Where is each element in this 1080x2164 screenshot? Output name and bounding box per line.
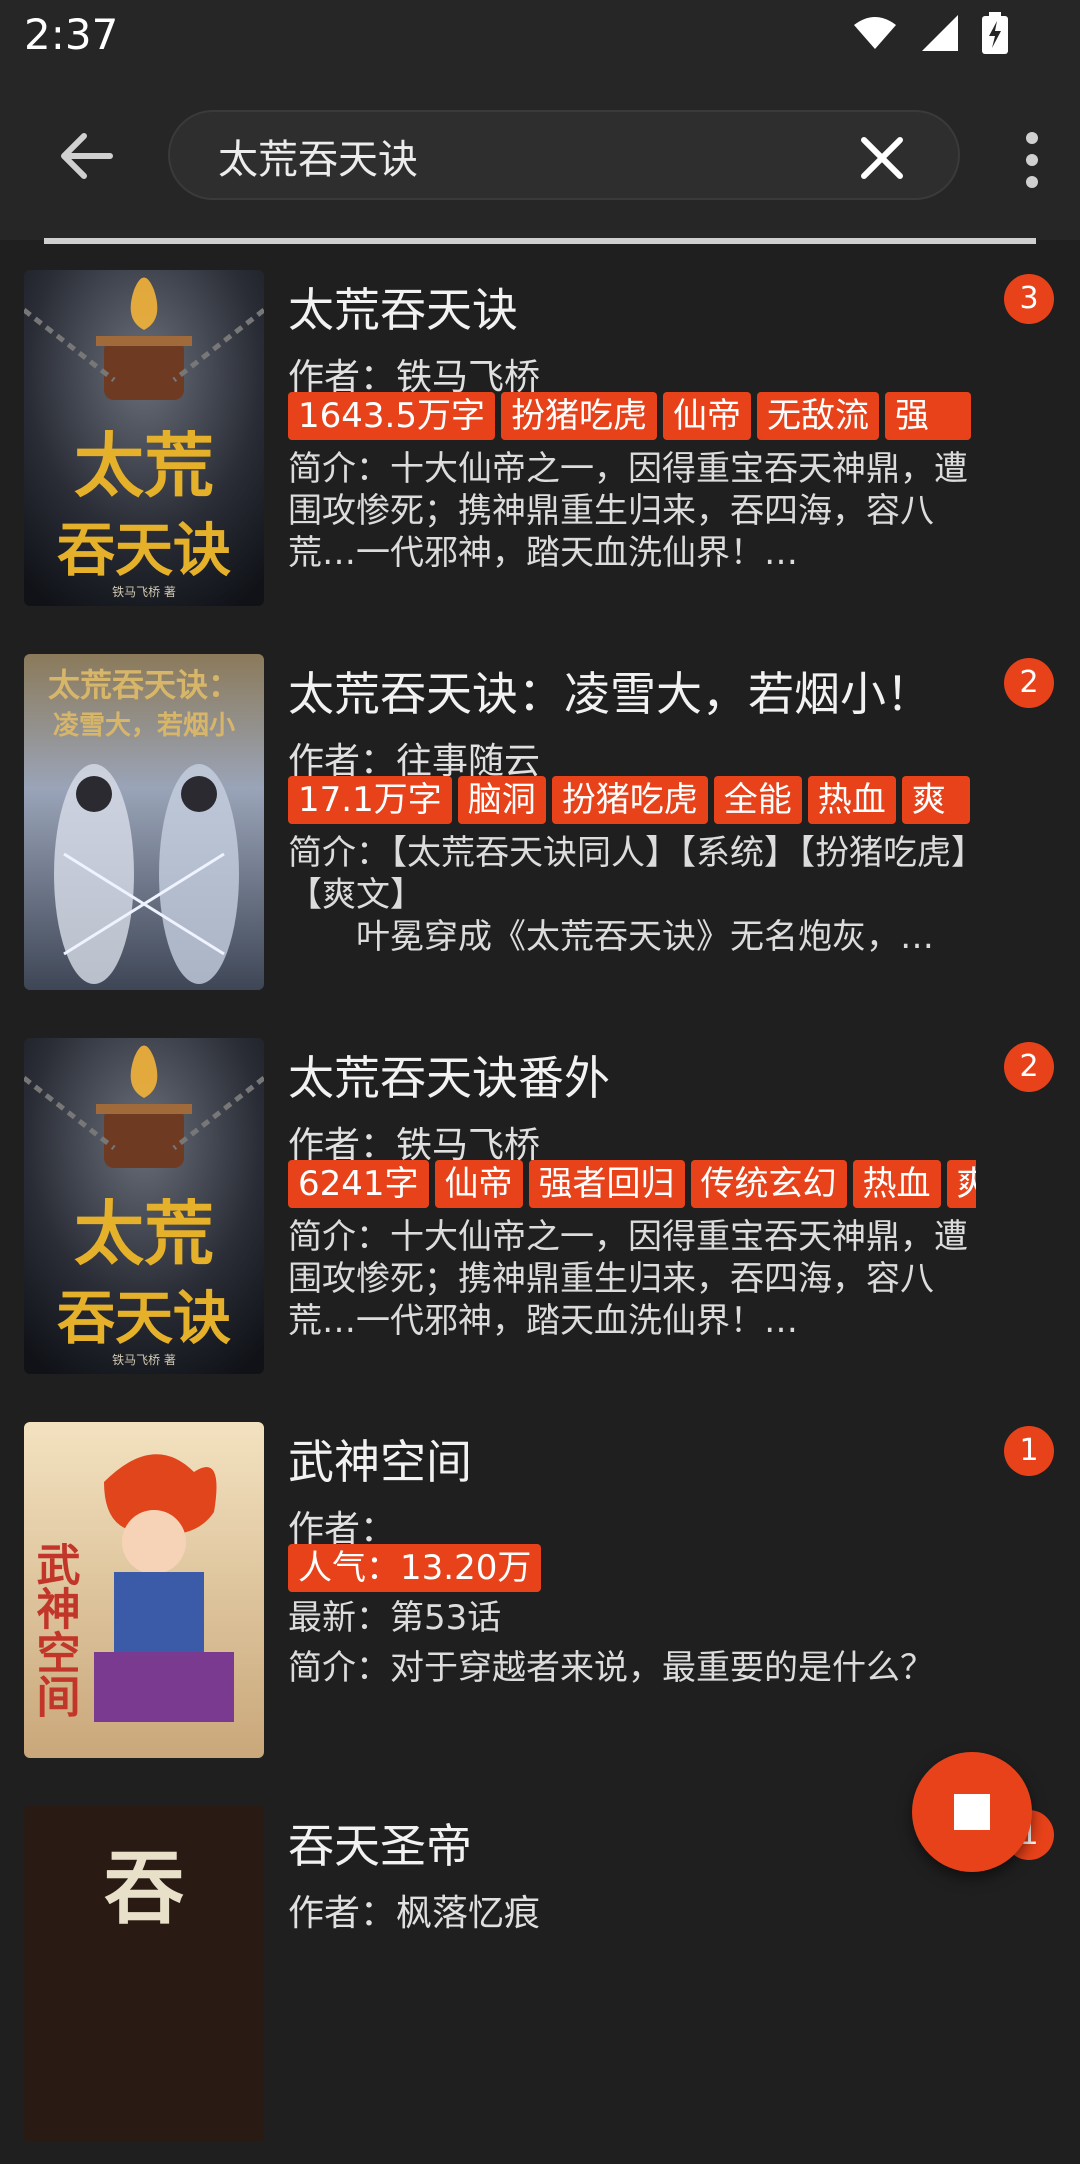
tag: 无敌流	[756, 392, 879, 440]
book-title: 太荒吞天诀：凌雪大，若烟小！	[288, 667, 932, 721]
book-cover: 武神空间	[24, 1422, 264, 1758]
search-box[interactable]	[168, 110, 960, 200]
list-item[interactable]: 太荒吞天诀： 凌雪大，若烟小 太荒吞天诀：凌雪大，若烟小！ 2 作者：往事随云 …	[0, 628, 1080, 1012]
source-count-badge: 1	[1004, 1426, 1054, 1476]
stop-search-button[interactable]	[912, 1752, 1032, 1872]
search-toolbar	[0, 72, 1080, 240]
cover-title-top: 太荒	[74, 424, 214, 507]
back-arrow-icon[interactable]	[54, 124, 118, 188]
tag: 脑洞	[457, 776, 546, 824]
signal-icon	[922, 15, 958, 51]
book-title: 武神空间	[288, 1435, 472, 1489]
source-count-badge: 2	[1004, 1042, 1054, 1092]
battery-charging-icon	[982, 12, 1008, 54]
source-count-badge: 3	[1004, 274, 1054, 324]
book-author: 作者：枫落忆痕	[288, 1893, 541, 1934]
search-input[interactable]	[218, 128, 818, 184]
list-item[interactable]: 太荒 吞天诀 铁马飞桥 著 太荒吞天诀番外 2 作者：铁马飞桥 6241字 仙帝…	[0, 1012, 1080, 1396]
tag: 6241字	[288, 1160, 429, 1208]
cover-title-bottom: 吞天诀	[57, 516, 231, 584]
source-count-badge: 2	[1004, 658, 1054, 708]
more-vert-icon[interactable]	[1020, 130, 1044, 190]
book-latest-chapter: 最新：第53话	[288, 1598, 502, 1638]
book-cover: 太荒 吞天诀 铁马飞桥 著	[24, 1038, 264, 1374]
tag: 1643.5万字	[288, 392, 495, 440]
book-intro: 简介：十大仙帝之一，因得重宝吞天神鼎，遭围攻惨死；携神鼎重生归来，吞四海，容八荒…	[288, 1217, 968, 1341]
search-results-list[interactable]: 太荒 吞天诀 铁马飞桥 著 太荒吞天诀 3 作者：铁马飞桥 1643.5万字 扮…	[0, 244, 1080, 2164]
book-title: 吞天圣帝	[288, 1819, 472, 1873]
tag: 强者回归	[528, 1160, 685, 1208]
status-bar: 2:37	[0, 0, 1080, 72]
book-intro: 简介：【太荒吞天诀同人】【系统】【扮猪吃虎】【爽文】 叶冕穿成《太荒吞天诀》无名…	[288, 833, 968, 957]
tag: 人气：13.20万	[288, 1544, 542, 1592]
cover-title-top: 太荒吞天诀：	[48, 666, 240, 704]
cover-title-top: 武神空间	[29, 1542, 81, 1718]
tag: 17.1万字	[288, 776, 452, 824]
tag: 热血	[807, 776, 896, 824]
tag: 扮猪吃虎	[500, 392, 657, 440]
cover-title-bottom: 吞天诀	[57, 1284, 231, 1352]
book-tags: 1643.5万字 扮猪吃虎 仙帝 无敌流 强	[288, 392, 976, 442]
book-intro: 简介：十大仙帝之一，因得重宝吞天神鼎，遭围攻惨死；携神鼎重生归来，吞四海，容八荒…	[288, 449, 968, 573]
book-intro: 简介：对于穿越者来说，最重要的是什么？	[288, 1648, 934, 1688]
book-tags: 17.1万字 脑洞 扮猪吃虎 全能 热血 爽	[288, 776, 976, 826]
tag: 仙帝	[434, 1160, 523, 1208]
list-item[interactable]: 太荒 吞天诀 铁马飞桥 著 太荒吞天诀 3 作者：铁马飞桥 1643.5万字 扮…	[0, 244, 1080, 628]
tag: 爽	[946, 1160, 976, 1208]
status-time: 2:37	[24, 10, 119, 59]
cover-title-bottom: 凌雪大，若烟小	[53, 711, 235, 741]
cover-title-top: 吞	[104, 1841, 184, 1935]
book-tags: 6241字 仙帝 强者回归 传统玄幻 热血 爽	[288, 1160, 976, 1210]
tag: 全能	[713, 776, 802, 824]
tag: 爽	[901, 776, 970, 824]
tag: 仙帝	[662, 392, 751, 440]
wifi-icon	[854, 17, 896, 49]
cover-author-mark: 铁马飞桥 著	[112, 585, 176, 599]
book-tags: 人气：13.20万	[288, 1544, 976, 1594]
list-item[interactable]: 武神空间 武神空间 1 作者： 人气：13.20万 最新：第53话 简介：对于穿…	[0, 1396, 1080, 1780]
status-icons	[852, 12, 1008, 54]
book-cover: 吞	[24, 1806, 264, 2142]
cover-author-mark: 铁马飞桥 著	[112, 1353, 176, 1367]
stop-icon	[954, 1794, 990, 1830]
tag: 热血	[852, 1160, 941, 1208]
book-cover: 太荒吞天诀： 凌雪大，若烟小	[24, 654, 264, 990]
tag: 扮猪吃虎	[551, 776, 708, 824]
close-icon[interactable]	[858, 134, 906, 182]
tag: 传统玄幻	[690, 1160, 847, 1208]
book-cover: 太荒 吞天诀 铁马飞桥 著	[24, 270, 264, 606]
book-title: 太荒吞天诀	[288, 283, 518, 337]
tag: 强	[884, 392, 971, 440]
book-title: 太荒吞天诀番外	[288, 1051, 610, 1105]
cover-title-top: 太荒	[74, 1192, 214, 1275]
